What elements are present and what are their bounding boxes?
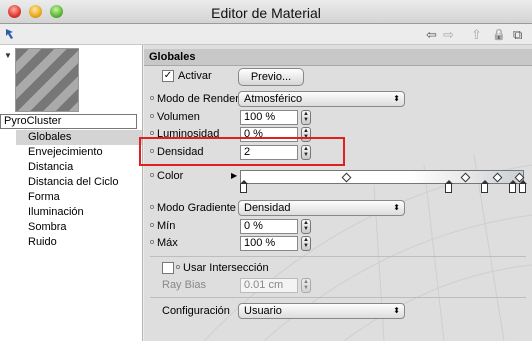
max-label-text: Máx — [157, 237, 178, 249]
min-stepper[interactable]: ▲ ▼ — [301, 219, 311, 234]
gradient-knot[interactable] — [341, 172, 352, 183]
color-label: Color — [150, 168, 183, 184]
modo-gradiente-label-text: Modo Gradiente — [157, 202, 236, 214]
volumen-stepper[interactable]: ▲ ▼ — [301, 110, 311, 125]
tree-item-iluminacion[interactable]: Iluminación — [16, 205, 142, 220]
modo-render-value: Atmosférico — [244, 93, 303, 105]
gradient-stop-marker[interactable] — [445, 184, 452, 193]
densidad-stepper[interactable]: ▲ ▼ — [301, 145, 311, 160]
max-label: Máx — [150, 235, 178, 251]
gradient-stop-marker[interactable] — [519, 184, 526, 193]
max-input[interactable]: 100 % — [240, 236, 298, 251]
title-bar: Editor de Material — [0, 0, 532, 24]
ray-bias-label: Ray Bias — [162, 279, 207, 291]
updown-arrows-icon: ⬍ — [393, 94, 400, 103]
tree-item-distancia[interactable]: Distancia — [16, 160, 142, 175]
animate-bullet-icon[interactable] — [150, 114, 154, 119]
activar-checkbox[interactable]: ✓ — [162, 70, 174, 82]
tree-item-ruido[interactable]: Ruido — [16, 235, 142, 250]
tree-item-envejecimiento[interactable]: Envejecimiento — [16, 145, 142, 160]
animate-bullet-icon[interactable] — [150, 96, 154, 101]
animate-bullet-icon[interactable] — [176, 265, 180, 270]
new-window-icon[interactable]: ⧉ — [513, 27, 522, 43]
volumen-input[interactable]: 100 % — [240, 110, 298, 125]
tree-item-globales[interactable]: Globales — [16, 130, 142, 145]
tree-root-pyrocluster[interactable]: PyroCluster — [0, 114, 137, 129]
section-header-globales: Globales — [144, 49, 532, 66]
gradient-stop-marker[interactable] — [240, 184, 247, 193]
animate-bullet-icon[interactable] — [150, 223, 154, 228]
gradient-stop-marker[interactable] — [481, 184, 488, 193]
animate-bullet-icon[interactable] — [150, 149, 154, 154]
preview-button[interactable]: Previo... — [238, 68, 304, 86]
densidad-input[interactable]: 2 — [240, 145, 298, 160]
min-label: Mín — [150, 218, 175, 234]
min-label-text: Mín — [157, 220, 176, 232]
tree-item-sombra[interactable]: Sombra — [16, 220, 142, 235]
usar-interseccion-label-text: Usar Intersección — [183, 262, 269, 274]
gradient-knot[interactable] — [492, 172, 503, 183]
usar-interseccion-checkbox[interactable] — [162, 262, 174, 274]
up-arrow-icon[interactable]: ⇧ — [471, 27, 482, 43]
tree-item-forma[interactable]: Forma — [16, 190, 142, 205]
volumen-label: Volumen — [150, 109, 200, 125]
animate-bullet-icon[interactable] — [150, 205, 154, 210]
color-label-text: Color — [157, 170, 184, 182]
densidad-label: Densidad — [150, 144, 203, 160]
gradient-stop-marker[interactable] — [509, 184, 516, 193]
material-preview-thumbnail[interactable] — [15, 48, 79, 112]
configuracion-select[interactable]: Usuario ⬍ — [238, 303, 405, 319]
densidad-label-text: Densidad — [157, 146, 204, 158]
material-editor-window: Editor de Material ⇦ ⇨ ⇧ 🔒 ⧉ ▼ PyroClust… — [0, 0, 532, 341]
configuracion-value: Usuario — [244, 305, 282, 317]
ray-bias-input[interactable]: 0.01 cm — [240, 278, 298, 293]
toolbar: ⇦ ⇨ ⇧ 🔒 ⧉ — [0, 25, 532, 45]
updown-arrows-icon: ⬍ — [393, 203, 400, 212]
min-input[interactable]: 0 % — [240, 219, 298, 234]
modo-render-select[interactable]: Atmosférico ⬍ — [238, 91, 405, 107]
volumen-label-text: Volumen — [157, 111, 200, 123]
animate-bullet-icon[interactable] — [150, 240, 154, 245]
expand-triangle-icon[interactable]: ▶ — [231, 171, 237, 180]
forward-arrow-icon[interactable]: ⇨ — [443, 27, 454, 43]
modo-gradiente-label: Modo Gradiente — [150, 200, 236, 216]
ray-bias-stepper[interactable]: ▲ ▼ — [301, 278, 311, 293]
collapse-triangle-icon[interactable]: ▼ — [4, 51, 12, 60]
lock-icon[interactable]: 🔒 — [492, 27, 506, 43]
window-title: Editor de Material — [211, 5, 321, 21]
animate-bullet-icon[interactable] — [150, 131, 154, 136]
usar-interseccion-label: Usar Intersección — [176, 260, 269, 276]
back-arrow-icon[interactable]: ⇦ — [426, 27, 437, 43]
modo-render-label: Modo de Render — [150, 91, 239, 107]
left-panel: ▼ PyroCluster Globales Envejecimiento Di… — [0, 45, 143, 341]
modo-render-label-text: Modo de Render — [157, 93, 239, 105]
modo-gradiente-select[interactable]: Densidad ⬍ — [238, 200, 405, 216]
tree-item-distancia-ciclo[interactable]: Distancia del Ciclo — [16, 175, 142, 190]
divider — [150, 256, 526, 257]
divider — [150, 297, 526, 298]
updown-arrows-icon: ⬍ — [393, 306, 400, 315]
gradient-knot[interactable] — [460, 172, 471, 183]
max-stepper[interactable]: ▲ ▼ — [301, 236, 311, 251]
modo-gradiente-value: Densidad — [244, 202, 291, 214]
configuracion-label: Configuración — [162, 305, 230, 317]
activar-label: Activar — [178, 70, 212, 82]
animate-bullet-icon[interactable] — [150, 173, 154, 178]
arrow-pointer-icon[interactable] — [4, 27, 18, 45]
